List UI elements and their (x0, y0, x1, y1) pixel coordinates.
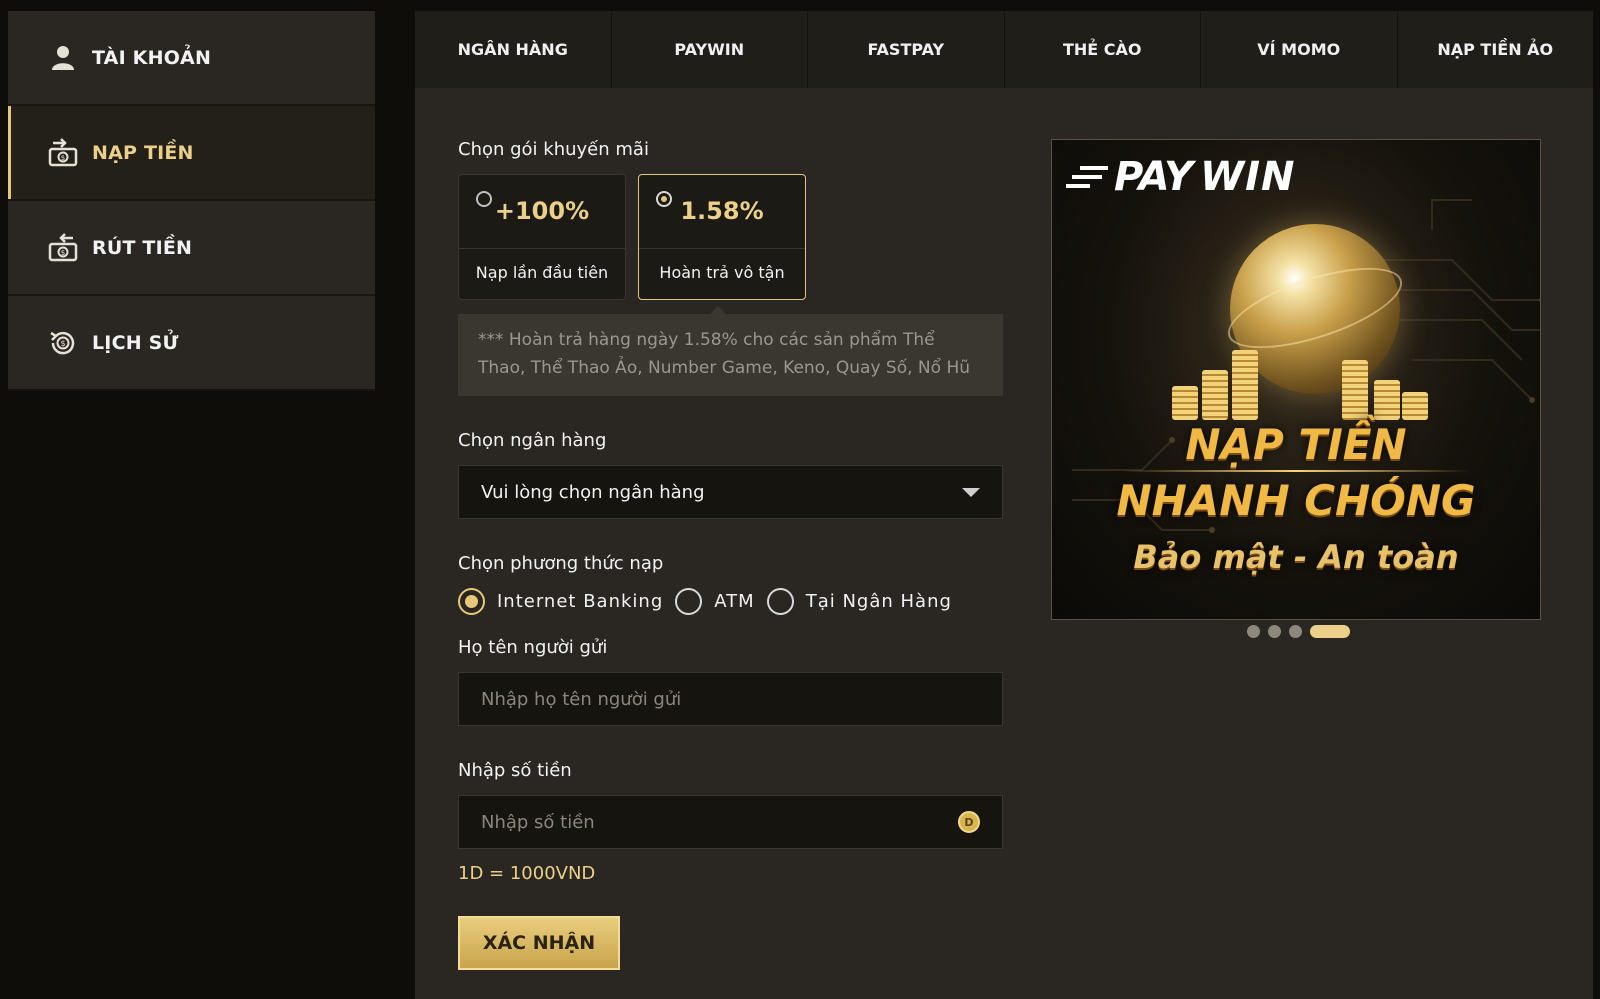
exchange-rate: 1D = 1000VND (458, 863, 596, 884)
svg-text:$: $ (61, 249, 65, 257)
method-internet-banking[interactable]: Internet Banking (458, 588, 663, 615)
carousel-dot[interactable] (1289, 625, 1302, 638)
banner-glow-line (1122, 470, 1470, 472)
brand-pay: PAY (1114, 154, 1193, 200)
payment-tabs: NGÂN HÀNG PAYWIN FASTPAY THẺ CÀO VÍ MOMO… (415, 11, 1593, 88)
banner-title-line1: NẠP TIỀN (1185, 420, 1407, 469)
bank-select-value: Vui lòng chọn ngân hàng (481, 481, 705, 503)
coin-stack (1342, 360, 1368, 420)
tab-virtual-deposit[interactable]: NẠP TIỀN ẢO (1398, 11, 1594, 88)
coin-stacks (1162, 330, 1432, 420)
promo-option-first-deposit[interactable]: +100% Nạp lần đầu tiên (458, 174, 626, 300)
paywin-logo: PAY WIN (1066, 154, 1295, 200)
promo-desc: Hoàn trả vô tận (659, 263, 785, 282)
svg-text:$: $ (60, 339, 65, 348)
sidebar-item-account[interactable]: TÀI KHOẢN (8, 11, 375, 106)
method-at-bank[interactable]: Tại Ngân Hàng (766, 588, 952, 615)
method-label-text: Internet Banking (497, 591, 664, 612)
carousel-dot[interactable] (1268, 625, 1281, 638)
carousel-dots (1247, 625, 1350, 638)
tab-paywin[interactable]: PAYWIN (612, 11, 808, 88)
bank-label: Chọn ngân hàng (458, 430, 607, 451)
chevron-down-icon (962, 487, 980, 497)
coin-stack (1202, 370, 1228, 420)
sidebar-item-withdraw[interactable]: $ RÚT TIỀN (8, 201, 375, 296)
coin-icon: D (958, 811, 980, 833)
tab-momo-wallet[interactable]: VÍ MOMO (1201, 11, 1398, 88)
coin-stack (1402, 392, 1428, 420)
promo-options: +100% Nạp lần đầu tiên 1.58% Hoàn trả vô… (458, 174, 1003, 300)
bank-select[interactable]: Vui lòng chọn ngân hàng (458, 465, 1003, 519)
promo-value: +100% (494, 197, 590, 225)
tab-bank[interactable]: NGÂN HÀNG (415, 11, 612, 88)
confirm-button[interactable]: XÁC NHẬN (458, 916, 620, 970)
deposit-panel: NGÂN HÀNG PAYWIN FASTPAY THẺ CÀO VÍ MOMO… (415, 11, 1593, 999)
promo-option-unlimited-rebate[interactable]: 1.58% Hoàn trả vô tận (638, 174, 806, 300)
promo-value: 1.58% (680, 197, 764, 225)
promo-desc: Nạp lần đầu tiên (475, 263, 609, 282)
sender-label: Họ tên người gửi (458, 637, 608, 658)
deposit-icon: $ (48, 137, 78, 168)
promo-note: *** Hoàn trả hàng ngày 1.58% cho các sản… (458, 306, 1003, 396)
withdraw-icon: $ (48, 232, 78, 263)
coin-stack (1374, 380, 1400, 420)
speed-lines-icon (1066, 166, 1108, 188)
carousel-dot[interactable] (1247, 625, 1260, 638)
sidebar-item-label: LỊCH SỬ (92, 331, 179, 354)
coin-stack (1232, 350, 1258, 420)
brand-win: WIN (1199, 154, 1296, 200)
banner-title-line2: NHANH CHÓNG (1116, 476, 1476, 525)
tab-fastpay[interactable]: FASTPAY (808, 11, 1005, 88)
sidebar-item-label: TÀI KHOẢN (92, 46, 212, 69)
carousel-dot-active[interactable] (1310, 625, 1350, 638)
history-icon: $ (48, 328, 78, 358)
promo-label: Chọn gói khuyến mãi (458, 139, 649, 160)
sidebar-item-history[interactable]: $ LỊCH SỬ (8, 296, 375, 391)
amount-label: Nhập số tiền (458, 760, 572, 781)
svg-text:$: $ (61, 154, 65, 162)
radio-button[interactable] (458, 588, 485, 615)
radio-button[interactable] (766, 588, 794, 615)
amount-input[interactable] (481, 811, 958, 833)
method-atm[interactable]: ATM (675, 588, 754, 615)
deposit-methods: Internet Banking ATM Tại Ngân Hàng (458, 588, 1003, 615)
radio-button[interactable] (675, 588, 703, 615)
sidebar-item-deposit[interactable]: $ NẠP TIỀN (8, 106, 375, 201)
promo-divider (459, 248, 625, 249)
sidebar-item-label: RÚT TIỀN (92, 236, 193, 259)
user-icon (48, 43, 78, 73)
sender-name-input[interactable] (481, 688, 980, 710)
tab-scratch-card[interactable]: THẺ CÀO (1005, 11, 1201, 88)
promo-divider (639, 248, 805, 249)
method-label: Chọn phương thức nạp (458, 553, 664, 574)
sidebar: TÀI KHOẢN $ NẠP TIỀN $ RÚT TIỀN $ LỊCH S… (8, 11, 375, 391)
sender-name-field[interactable] (458, 672, 1003, 726)
promo-banner[interactable]: PAY WIN NẠP TIỀN NHANH CHÓNG Bảo mật - A… (1051, 139, 1541, 620)
amount-field[interactable]: D (458, 795, 1003, 849)
sidebar-item-label: NẠP TIỀN (92, 141, 194, 164)
banner-subtitle: Bảo mật - An toàn (1133, 538, 1459, 576)
method-label-text: ATM (714, 591, 755, 612)
method-label-text: Tại Ngân Hàng (805, 591, 952, 612)
deposit-form: Chọn gói khuyến mãi +100% Nạp lần đầu ti… (458, 139, 1003, 970)
coin-stack (1172, 386, 1198, 420)
